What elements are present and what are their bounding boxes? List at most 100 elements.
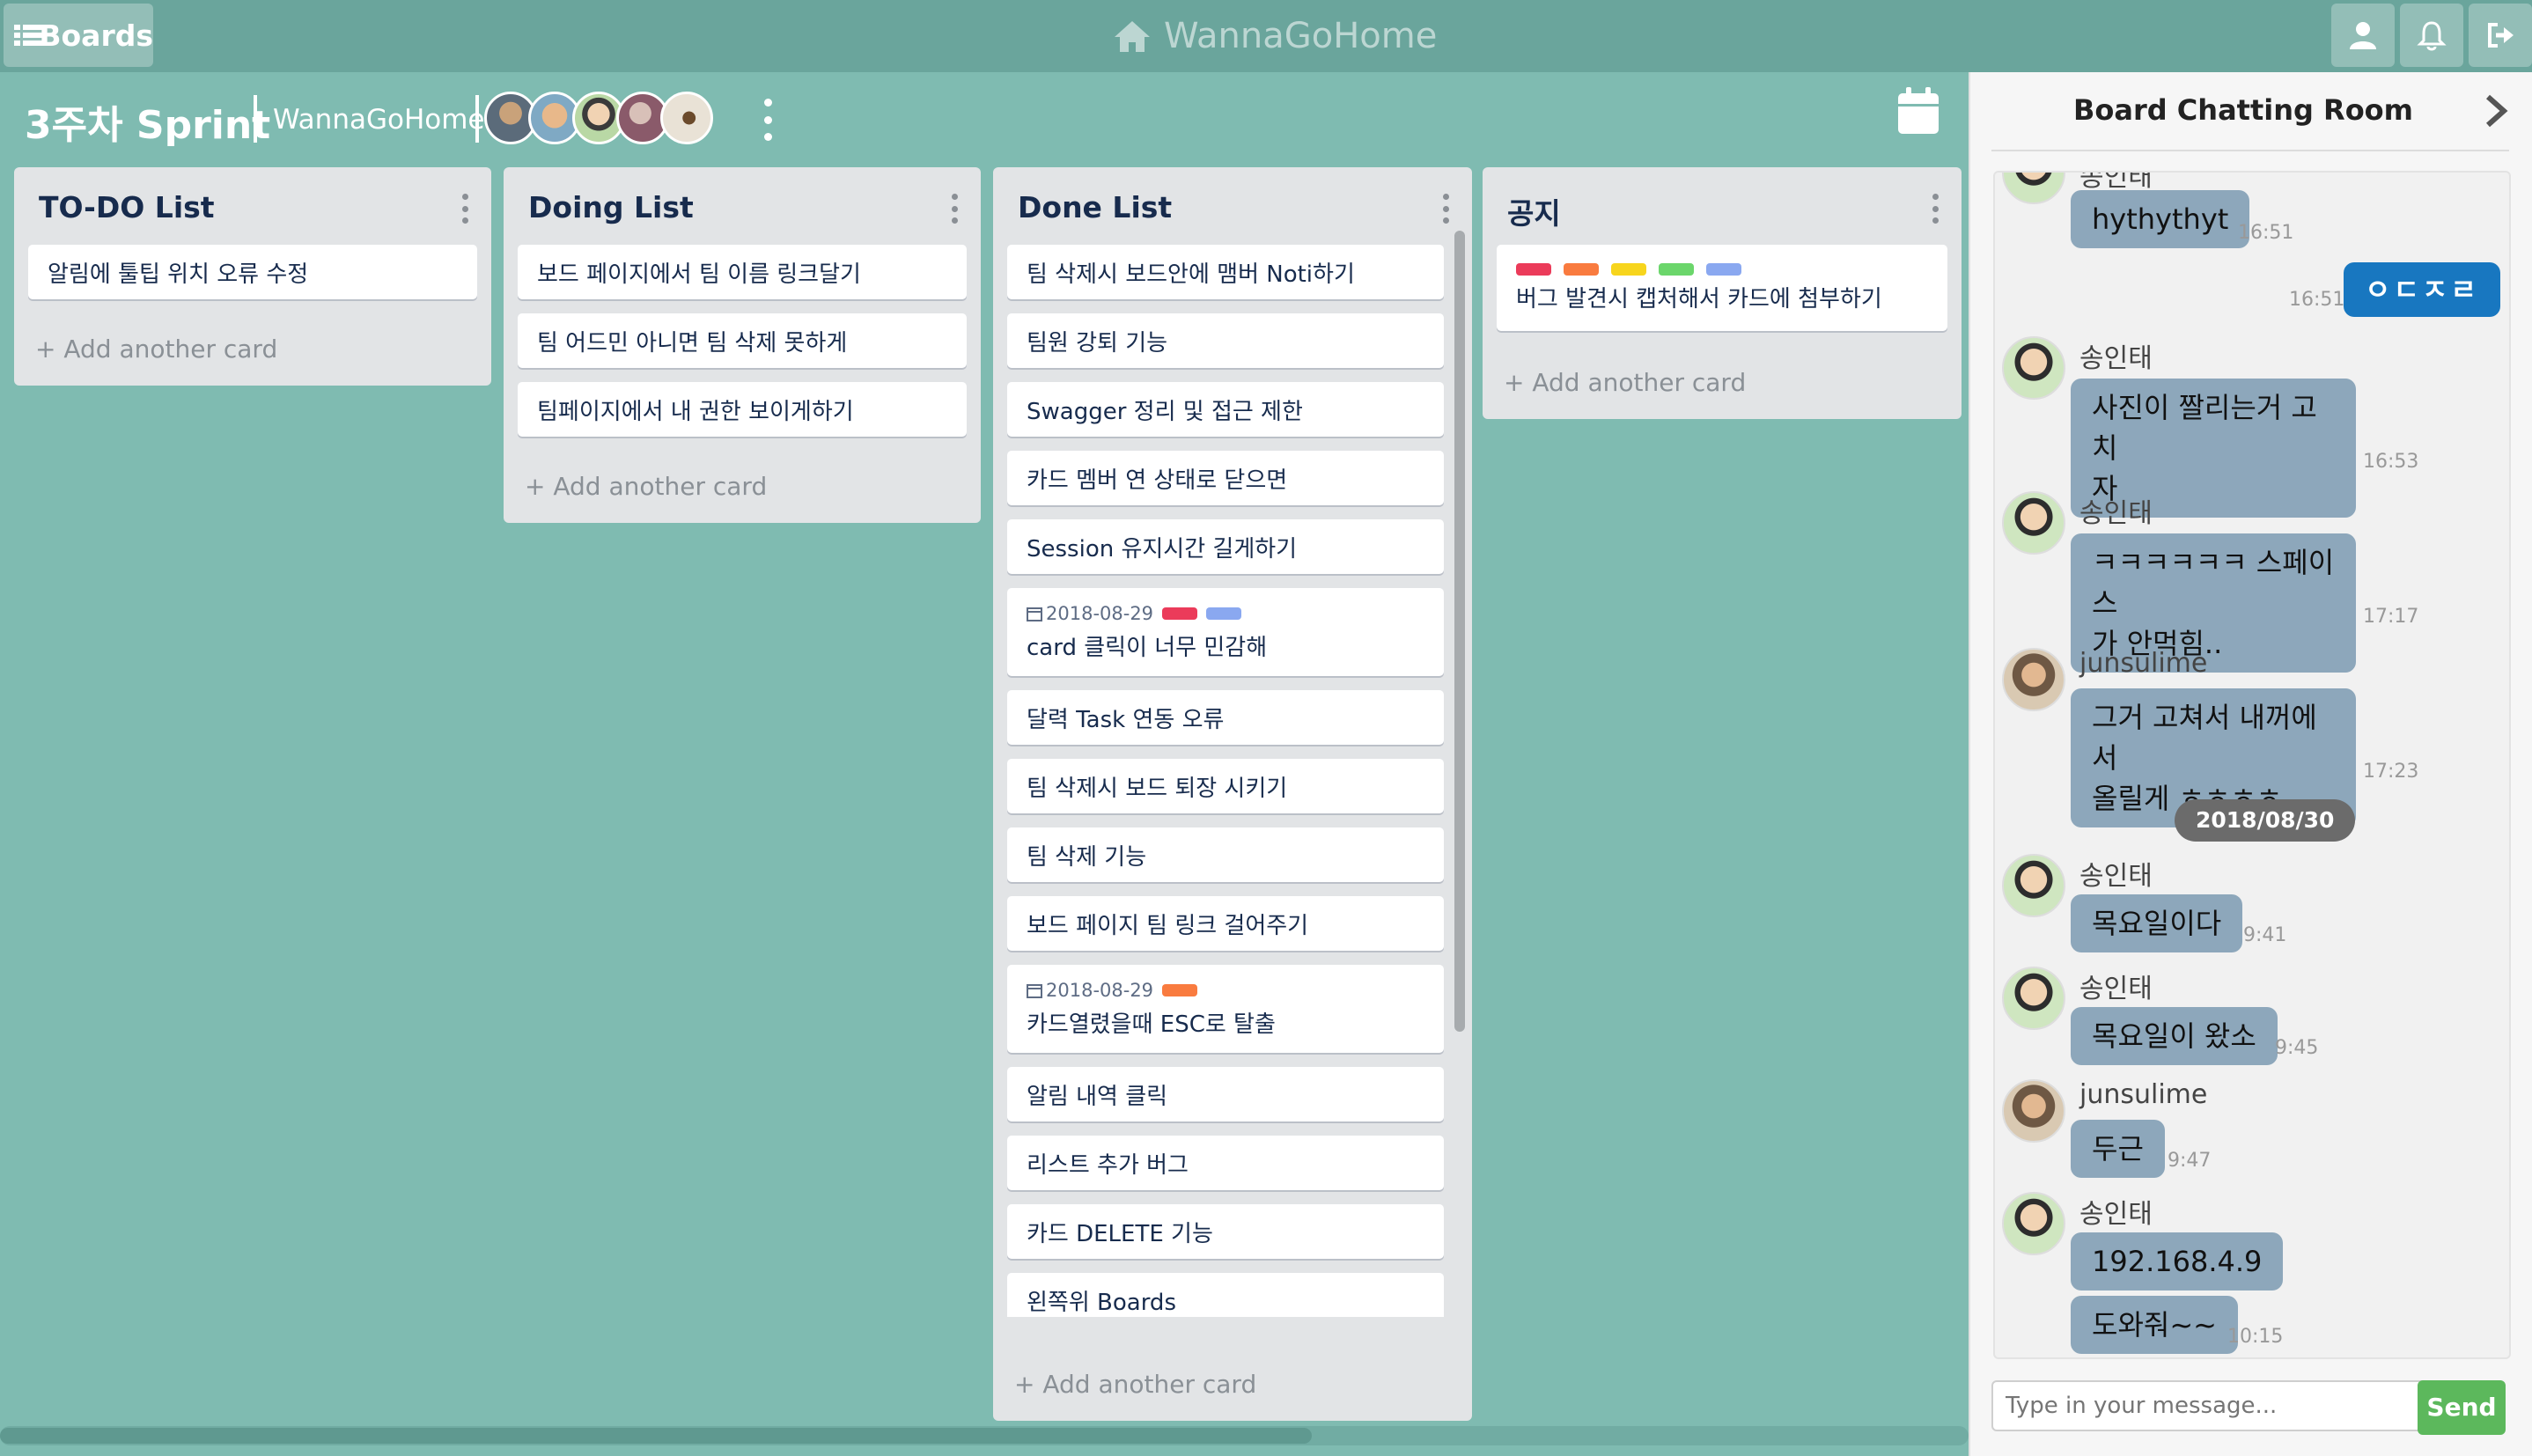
card[interactable]: 카드 멤버 연 상태로 닫으면 — [1007, 451, 1444, 505]
card-title: 팀원 강퇴 기능 — [1027, 329, 1168, 357]
message-time: 17:23 — [2363, 761, 2419, 783]
list-title[interactable]: TO-DO List — [39, 190, 215, 224]
card-label — [1611, 262, 1646, 276]
calendar-icon — [1027, 983, 1042, 998]
kebab-icon — [1930, 194, 1940, 224]
notification-button[interactable] — [2400, 4, 2463, 67]
my-message-bubble: ㅇㄷㅈㄹ — [2344, 262, 2500, 317]
message-bubble: 두근 — [2071, 1120, 2165, 1178]
add-card-button[interactable]: + Add another card — [525, 472, 767, 501]
sender-name: 송인태 — [2079, 498, 2153, 529]
card[interactable]: 2018-08-29 카드열렸을때 ESC로 탈출 — [1007, 965, 1444, 1053]
card-scroll-area[interactable]: 팀 삭제시 보드안에 맴버 Noti하기 팀원 강퇴 기능 Swagger 정리… — [993, 241, 1460, 1317]
list-menu-button[interactable] — [1440, 194, 1451, 224]
message-time: 10:15 — [2227, 1326, 2284, 1348]
chat-title: Board Chatting Room — [2073, 93, 2413, 127]
card[interactable]: 버그 발견시 캡처해서 카드에 첨부하기 — [1497, 245, 1947, 331]
card-title: 버그 발견시 캡처해서 카드에 첨부하기 — [1516, 285, 1882, 313]
card-title: card 클릭이 너무 민감해 — [1027, 634, 1268, 661]
card[interactable]: 팀페이지에서 내 권한 보이게하기 — [518, 382, 967, 437]
kebab-icon — [1440, 194, 1451, 224]
divider — [1991, 150, 2509, 151]
card[interactable]: 보드 페이지 팀 링크 걸어주기 — [1007, 896, 1444, 951]
card-meta: 2018-08-29 — [1027, 603, 1444, 624]
list-title[interactable]: Doing List — [528, 190, 694, 224]
logout-button[interactable] — [2469, 4, 2532, 67]
add-card-button[interactable]: + Add another card — [35, 335, 277, 364]
add-card-button[interactable]: + Add another card — [1504, 368, 1746, 397]
card[interactable]: 팀 삭제시 보드 퇴장 시키기 — [1007, 759, 1444, 813]
brand-name: WannaGoHome — [1164, 16, 1438, 56]
message-bubble: 도와줘~~ — [2071, 1296, 2238, 1354]
card-title: 팀 어드민 아니면 팀 삭제 못하게 — [537, 329, 848, 357]
card[interactable]: 팀 삭제 기능 — [1007, 827, 1444, 882]
card-label — [1206, 607, 1242, 620]
list-menu-button[interactable] — [949, 194, 960, 224]
card-label — [1516, 262, 1551, 276]
card[interactable]: 팀 어드민 아니면 팀 삭제 못하게 — [518, 313, 967, 368]
card[interactable]: 리스트 추가 버그 — [1007, 1136, 1444, 1190]
send-button[interactable]: Send — [2418, 1380, 2506, 1435]
card-title: Session 유지시간 길게하기 — [1027, 535, 1298, 563]
board-team-link[interactable]: WannaGoHome — [273, 104, 485, 136]
sender-avatar — [2002, 173, 2065, 204]
boards-button[interactable]: Boards — [4, 4, 153, 67]
user-icon — [2350, 22, 2376, 49]
list-title[interactable]: 공지 — [1507, 190, 1561, 232]
card[interactable]: 보드 페이지에서 팀 이름 링크달기 — [518, 245, 967, 299]
list-title[interactable]: Done List — [1018, 190, 1172, 224]
card[interactable]: Session 유지시간 길게하기 — [1007, 519, 1444, 574]
add-card-button[interactable]: + Add another card — [1014, 1370, 1256, 1399]
message-time: 16:53 — [2363, 451, 2419, 473]
sender-avatar — [2002, 648, 2065, 711]
brand-logo[interactable]: WannaGoHome — [1113, 16, 1437, 56]
card-label — [1659, 262, 1694, 276]
board-title[interactable]: 3주차 Sprint — [25, 93, 270, 150]
message-bubble: 목요일이 왔소 — [2071, 1007, 2278, 1065]
card-title: 팀 삭제시 보드 퇴장 시키기 — [1027, 775, 1288, 802]
card[interactable]: 카드 DELETE 기능 — [1007, 1204, 1444, 1259]
sender-avatar — [2002, 1192, 2065, 1255]
list-menu-button[interactable] — [1930, 194, 1940, 224]
list-icon — [14, 23, 42, 48]
logout-icon — [2488, 23, 2514, 48]
board-menu-button[interactable] — [757, 99, 778, 141]
chevron-right-icon[interactable] — [2481, 93, 2511, 129]
card[interactable]: Swagger 정리 및 접근 제한 — [1007, 382, 1444, 437]
card-title: 카드 DELETE 기능 — [1027, 1220, 1213, 1247]
chat-message-input[interactable] — [1991, 1380, 2435, 1431]
message-time: 16:51 — [2238, 222, 2294, 244]
profile-button[interactable] — [2331, 4, 2395, 67]
sender-name: 송인태 — [2079, 974, 2153, 1004]
chat-messages[interactable]: 송인태 hythythyt 16:51 16:51 ㅇㄷㅈㄹ 송인태 사진이 짤… — [1993, 171, 2511, 1359]
card-label — [1162, 983, 1198, 996]
card[interactable]: 왼쪽위 Boards — [1007, 1273, 1444, 1317]
message-time: 9:45 — [2275, 1037, 2319, 1059]
card[interactable]: 알림 내역 클릭 — [1007, 1067, 1444, 1121]
list-scrollbar[interactable] — [1454, 231, 1465, 1032]
card-title: 보드 페이지 팀 링크 걸어주기 — [1027, 912, 1309, 939]
list-menu-button[interactable] — [460, 194, 470, 224]
card[interactable]: 2018-08-29 card 클릭이 너무 민감해 — [1007, 588, 1444, 676]
card[interactable]: 팀 삭제시 보드안에 맴버 Noti하기 — [1007, 245, 1444, 299]
list-notice: 공지 버그 발견시 캡처해서 카드에 첨부하기 + Add another ca… — [1483, 167, 1962, 419]
title-divider — [475, 95, 479, 143]
card-title: 카드 멤버 연 상태로 닫으면 — [1027, 467, 1288, 494]
message-bubble: hythythyt — [2071, 190, 2250, 248]
sender-avatar — [2002, 1079, 2065, 1143]
list-doing: Doing List 보드 페이지에서 팀 이름 링크달기 팀 어드민 아니면 … — [504, 167, 981, 523]
board-scroll-thumb[interactable] — [0, 1428, 1312, 1444]
sender-avatar — [2002, 491, 2065, 555]
card-title: Swagger 정리 및 접근 제한 — [1027, 398, 1303, 425]
sender-name: 송인태 — [2079, 1199, 2153, 1230]
card-title: 리스트 추가 버그 — [1027, 1151, 1189, 1179]
boards-button-label: Boards — [39, 18, 153, 53]
card[interactable]: 팀원 강퇴 기능 — [1007, 313, 1444, 368]
member-avatar[interactable] — [660, 92, 713, 144]
card[interactable]: 달력 Task 연동 오류 — [1007, 690, 1444, 745]
calendar-icon[interactable] — [1896, 86, 1940, 136]
top-navbar: Boards WannaGoHome — [0, 0, 2532, 72]
card[interactable]: 알림에 툴팁 위치 오류 수정 — [28, 245, 477, 299]
card-title: 카드열렸을때 ESC로 탈출 — [1027, 1011, 1276, 1038]
list-todo: TO-DO List 알림에 툴팁 위치 오류 수정 + Add another… — [14, 167, 491, 386]
